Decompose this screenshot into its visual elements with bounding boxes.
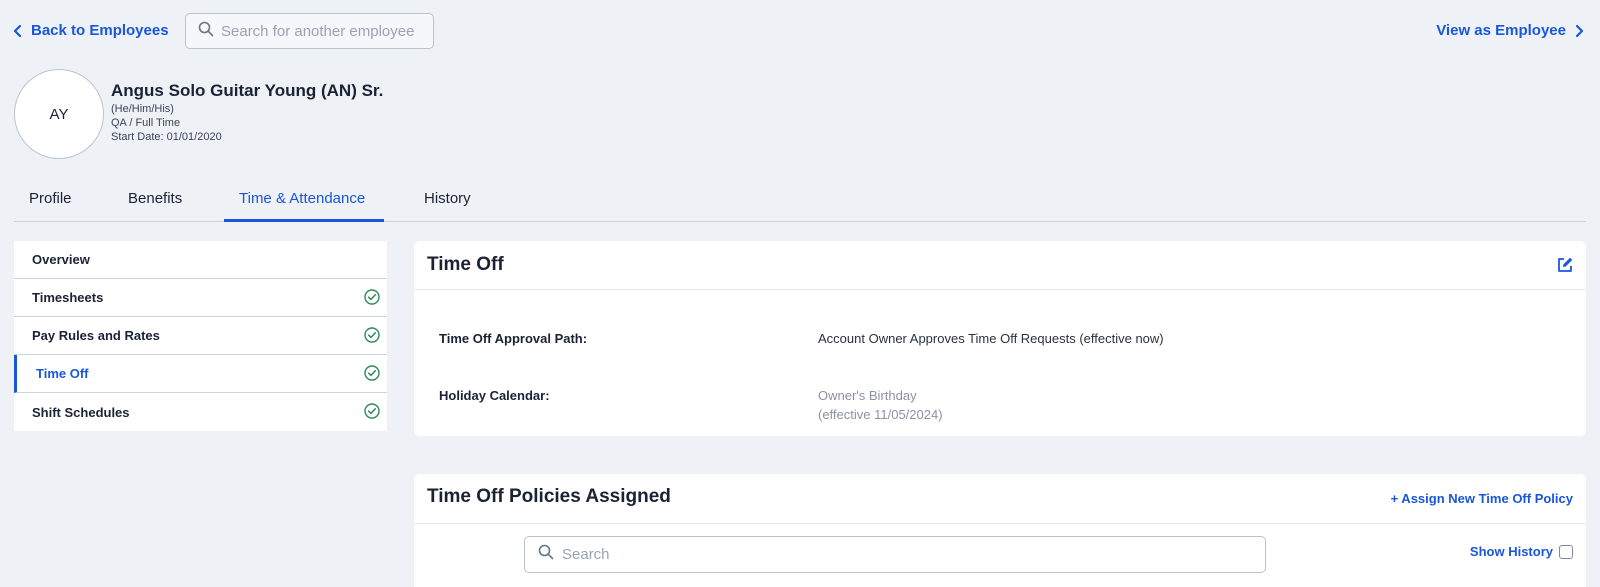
avatar-initials: AY — [49, 105, 69, 123]
employee-role: QA / Full Time — [111, 117, 181, 129]
card-divider — [414, 523, 1586, 524]
employee-name: Angus Solo Guitar Young (AN) Sr. — [111, 81, 384, 100]
view-as-employee-label: View as Employee — [1436, 22, 1566, 39]
back-link-label: Back to Employees — [31, 22, 169, 39]
sidebar: Overview Timesheets Pay Rules and Rates … — [14, 241, 387, 431]
check-circle-icon — [364, 365, 380, 384]
sidebar-item-label: Overview — [32, 252, 90, 267]
search-icon — [538, 544, 554, 565]
holiday-calendar-value: Owner's Birthday — [818, 388, 917, 403]
show-history-label: Show History — [1469, 544, 1553, 559]
time-off-card: Time Off Time Off Approval Path: Account… — [414, 241, 1586, 436]
chevron-right-icon — [1574, 24, 1584, 38]
policy-search-field[interactable] — [524, 536, 1266, 573]
sidebar-item-time-off[interactable]: Time Off — [14, 355, 387, 393]
employee-start-date: Start Date: 01/01/2020 — [111, 131, 222, 143]
tab-benefits[interactable]: Benefits — [128, 190, 182, 207]
employee-pronouns: (He/Him/His) — [111, 103, 174, 115]
sidebar-item-label: Timesheets — [32, 290, 104, 305]
sidebar-item-overview[interactable]: Overview — [14, 241, 387, 279]
sidebar-item-shift-schedules[interactable]: Shift Schedules — [14, 393, 387, 431]
active-tab-indicator — [224, 219, 384, 222]
search-icon — [198, 21, 214, 42]
sidebar-item-label: Pay Rules and Rates — [32, 328, 160, 343]
policies-title: Time Off Policies Assigned — [427, 486, 671, 507]
holiday-calendar-label: Holiday Calendar: — [439, 388, 550, 403]
chevron-left-icon — [13, 24, 23, 38]
tab-time-attendance[interactable]: Time & Attendance — [239, 190, 365, 207]
employee-search-field[interactable] — [185, 13, 434, 49]
time-off-policies-card: Time Off Policies Assigned + Assign New … — [414, 474, 1586, 587]
approval-path-value: Account Owner Approves Time Off Requests… — [818, 331, 1164, 346]
time-off-title: Time Off — [427, 254, 504, 275]
avatar: AY — [14, 69, 104, 159]
show-history-toggle[interactable]: Show History — [1470, 544, 1573, 559]
tab-profile[interactable]: Profile — [29, 190, 72, 207]
assign-new-policy-link[interactable]: + Assign New Time Off Policy — [1391, 491, 1573, 506]
show-history-checkbox[interactable] — [1559, 544, 1573, 559]
check-circle-icon — [364, 403, 380, 422]
tab-bar: Profile Benefits Time & Attendance Histo… — [14, 180, 1586, 222]
check-circle-icon — [364, 289, 380, 308]
check-circle-icon — [364, 327, 380, 346]
approval-path-label: Time Off Approval Path: — [439, 331, 588, 346]
policy-search-input[interactable] — [562, 546, 1222, 563]
card-divider — [414, 289, 1586, 290]
holiday-calendar-effective: (effective 11/05/2024) — [818, 407, 943, 422]
sidebar-item-label: Time Off — [36, 366, 89, 381]
sidebar-item-label: Shift Schedules — [32, 404, 130, 420]
back-to-employees-link[interactable]: Back to Employees — [13, 22, 169, 39]
edit-icon[interactable] — [1556, 256, 1574, 279]
view-as-employee-link[interactable]: View as Employee — [1436, 22, 1584, 39]
employee-search-input[interactable] — [221, 22, 421, 40]
tab-history[interactable]: History — [424, 190, 471, 207]
sidebar-item-timesheets[interactable]: Timesheets — [14, 279, 387, 317]
sidebar-item-pay-rules[interactable]: Pay Rules and Rates — [14, 317, 387, 355]
